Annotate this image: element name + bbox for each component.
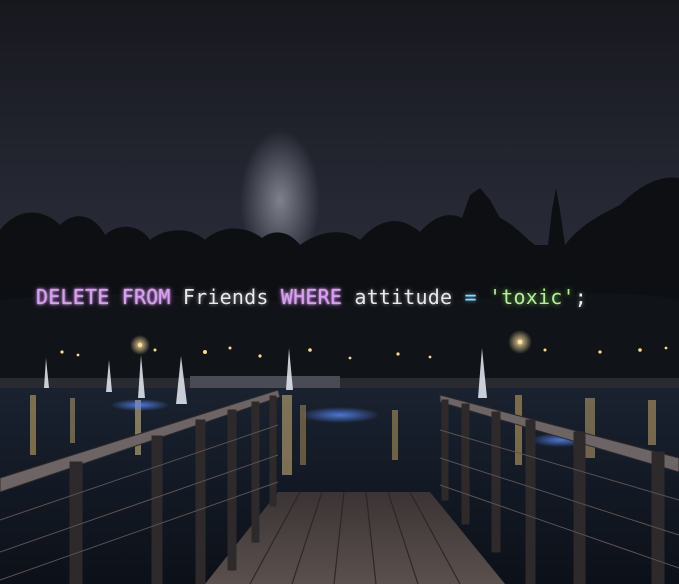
sql-token-punct: ; — [574, 285, 587, 309]
fountain-platform — [190, 376, 340, 388]
sql-token-space — [477, 285, 489, 309]
sql-token-space — [342, 285, 354, 309]
sql-token-keyword: WHERE — [280, 285, 343, 309]
sql-token-keyword: FROM — [121, 285, 171, 309]
sql-token-ident: Friends — [182, 285, 269, 309]
sql-token-space — [109, 285, 121, 309]
sql-token-string: 'toxic' — [489, 285, 575, 309]
sql-overlay-text: DELETE FROM Friends WHERE attitude = 'to… — [0, 282, 679, 312]
sql-token-space — [269, 285, 281, 309]
sql-token-space — [452, 285, 464, 309]
sql-token-space — [171, 285, 183, 309]
sql-token-ident: attitude — [354, 285, 453, 309]
sql-token-keyword: DELETE — [36, 285, 110, 309]
photo-scene: DELETE FROM Friends WHERE attitude = 'to… — [0, 0, 679, 584]
sql-token-op: = — [464, 285, 477, 309]
